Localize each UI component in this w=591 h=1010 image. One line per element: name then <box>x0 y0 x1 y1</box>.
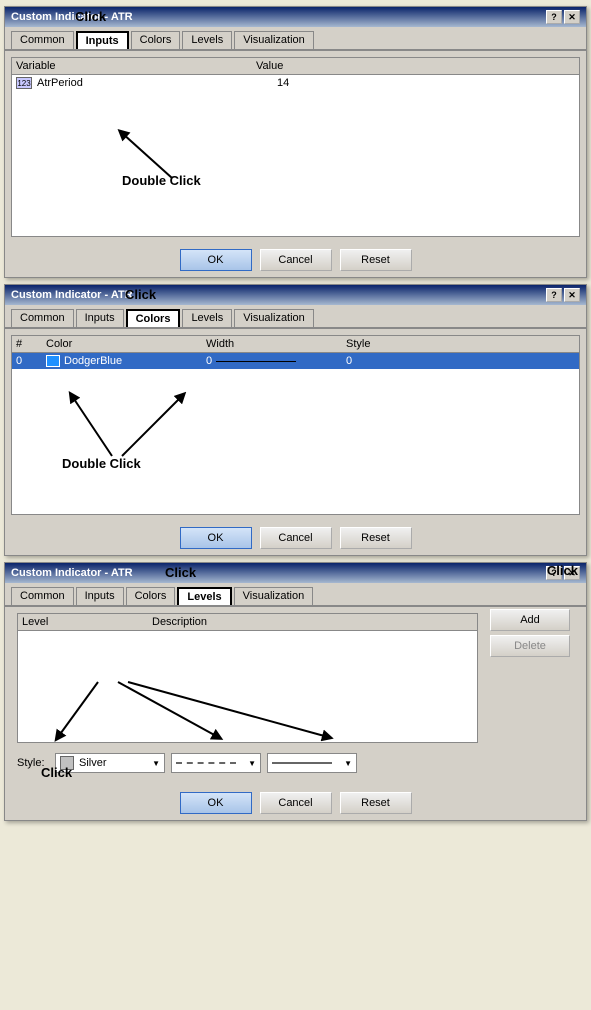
reset-button2[interactable]: Reset <box>340 527 412 549</box>
cancel-button2[interactable]: Cancel <box>260 527 332 549</box>
panel3: Custom Indicator - ATR ? ✕ Click Common … <box>4 562 587 821</box>
tab-inputs1[interactable]: Inputs <box>76 31 129 49</box>
content2: # Color Width Style 0 DodgerBlue 0 0 <box>11 335 580 515</box>
color-row2-0[interactable]: 0 DodgerBlue 0 0 <box>12 353 579 369</box>
tab-colors3[interactable]: Colors <box>126 587 176 605</box>
color-dropdown-arrow: ▼ <box>152 759 160 768</box>
row-style-cell: 0 <box>346 355 575 367</box>
tab-inputs2[interactable]: Inputs <box>76 309 124 327</box>
dblclick-annotation2: Double Click <box>52 386 312 509</box>
color-swatch2 <box>46 355 60 367</box>
tabs3: Common Inputs Colors Levels Visualizatio… <box>5 583 586 607</box>
close-button1[interactable]: ✕ <box>564 10 580 24</box>
tab-inputs3[interactable]: Inputs <box>76 587 124 605</box>
help-button2[interactable]: ? <box>546 288 562 302</box>
tab-visualization3[interactable]: Visualization <box>234 587 314 605</box>
row-color-cell: DodgerBlue <box>46 355 206 367</box>
width-value: 0 <box>206 355 212 367</box>
levels-table: Level Description <box>17 613 478 743</box>
col-variable-header: Variable <box>16 60 256 72</box>
tabs2: Common Inputs Colors Levels Visualizatio… <box>5 305 586 329</box>
annotation-click3-add: Click <box>547 563 578 578</box>
ok-button1[interactable]: OK <box>180 249 252 271</box>
titlebar-buttons1: ? ✕ <box>546 10 580 24</box>
add-button3[interactable]: Add <box>490 609 570 631</box>
footer2: OK Cancel Reset <box>5 521 586 555</box>
table-header2: # Color Width Style <box>12 336 579 353</box>
levels-actions: Add Delete <box>490 607 580 780</box>
cancel-button3[interactable]: Cancel <box>260 792 332 814</box>
solid-line-preview <box>272 762 332 764</box>
levels-left-area: Level Description <box>11 607 484 780</box>
width-line <box>216 361 296 362</box>
tab-colors2[interactable]: Colors <box>126 309 181 327</box>
tab-common3[interactable]: Common <box>11 587 74 605</box>
table-header1: Variable Value <box>12 58 579 75</box>
titlebar-buttons2: ? ✕ <box>546 288 580 302</box>
tab-visualization2[interactable]: Visualization <box>234 309 314 327</box>
title2: Custom Indicator - ATR <box>11 289 133 301</box>
line-dropdown-arrow1: ▼ <box>248 759 256 768</box>
content1: Variable Value 123 AtrPeriod 14 Double C… <box>11 57 580 237</box>
col-color-header: Color <box>46 338 206 350</box>
table-row1-0[interactable]: 123 AtrPeriod 14 <box>12 75 579 91</box>
col-style-header: Style <box>346 338 575 350</box>
line-dropdown-arrow2: ▼ <box>344 759 352 768</box>
tab-levels1[interactable]: Levels <box>182 31 232 49</box>
title1: Custom Indicator - ATR <box>11 11 133 23</box>
variable-value: 14 <box>277 77 575 89</box>
help-button1[interactable]: ? <box>546 10 562 24</box>
ok-button3[interactable]: OK <box>180 792 252 814</box>
titlebar1: Custom Indicator - ATR ? ✕ <box>5 7 586 27</box>
ok-button2[interactable]: OK <box>180 527 252 549</box>
title3: Custom Indicator - ATR <box>11 567 133 579</box>
col-level-header: Level <box>22 616 152 628</box>
footer3: OK Cancel Reset <box>5 786 586 820</box>
tab-common2[interactable]: Common <box>11 309 74 327</box>
levels-header: Level Description <box>18 614 477 631</box>
col-desc-header: Description <box>152 616 473 628</box>
variable-name: AtrPeriod <box>37 77 277 89</box>
arrows-svg3 <box>18 662 477 742</box>
tab-colors1[interactable]: Colors <box>131 31 181 49</box>
titlebar3: Custom Indicator - ATR ? ✕ <box>5 563 586 583</box>
delete-button3[interactable]: Delete <box>490 635 570 657</box>
tabs1: Common Inputs Colors Levels Visualizatio… <box>5 27 586 51</box>
color-name: DodgerBlue <box>64 355 122 367</box>
dblclick-label2: Double Click <box>62 456 141 471</box>
dashed-line-preview <box>176 762 236 764</box>
reset-button1[interactable]: Reset <box>340 249 412 271</box>
row-icon1: 123 <box>16 77 32 89</box>
footer1: OK Cancel Reset <box>5 243 586 277</box>
tab-levels2[interactable]: Levels <box>182 309 232 327</box>
col-num-header: # <box>16 338 46 350</box>
col-width-header: Width <box>206 338 346 350</box>
line-style-dropdown2[interactable]: ▼ <box>267 753 357 773</box>
titlebar2: Custom Indicator - ATR ? ✕ <box>5 285 586 305</box>
tab-visualization1[interactable]: Visualization <box>234 31 314 49</box>
tab-common1[interactable]: Common <box>11 31 74 49</box>
dblclick-label1: Double Click <box>122 173 201 188</box>
panel2: Custom Indicator - ATR ? ✕ Click Common … <box>4 284 587 556</box>
col-value-header: Value <box>256 60 575 72</box>
cancel-button1[interactable]: Cancel <box>260 249 332 271</box>
tab-levels3[interactable]: Levels <box>177 587 231 605</box>
arrow-svg2 <box>52 386 312 506</box>
line-style-dropdown1[interactable]: ▼ <box>171 753 261 773</box>
reset-button3[interactable]: Reset <box>340 792 412 814</box>
close-button2[interactable]: ✕ <box>564 288 580 302</box>
levels-body: Level Description <box>5 607 586 786</box>
panel1: Custom Indicator - ATR ? ✕ Click Common … <box>4 6 587 278</box>
row-num: 0 <box>16 355 46 367</box>
row-width-cell: 0 <box>206 355 346 367</box>
dblclick-annotation1: Double Click <box>92 118 252 201</box>
style-color-value: Silver <box>79 757 107 769</box>
